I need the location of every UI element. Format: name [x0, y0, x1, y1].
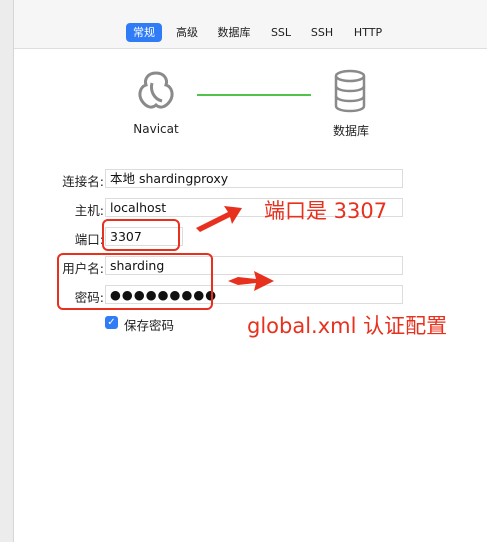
- port-highlight-box: [102, 219, 180, 251]
- port-arrow-icon: [196, 206, 242, 232]
- tab-general[interactable]: 常规: [126, 23, 162, 42]
- server-label: 数据库: [332, 124, 369, 138]
- tab-ssh[interactable]: SSH: [306, 23, 338, 42]
- tab-http[interactable]: HTTP: [346, 23, 390, 42]
- connection-name-label: 连接名:: [62, 174, 104, 189]
- host-label: 主机:: [74, 203, 104, 218]
- connection-name-field[interactable]: [105, 169, 403, 188]
- tab-bar: 常规 高级 数据库 SSL SSH HTTP: [14, 0, 487, 49]
- save-password-label: 保存密码: [124, 318, 175, 333]
- port-annotation: 端口是 3307: [264, 199, 388, 223]
- connection-dialog: 常规 高级 数据库 SSL SSH HTTP Navicat 数据库 连接名: …: [13, 0, 487, 542]
- tab-advanced[interactable]: 高级: [169, 23, 205, 42]
- save-password-checkbox[interactable]: ✓: [105, 316, 118, 329]
- auth-annotation: global.xml 认证配置: [247, 314, 448, 338]
- navicat-logo-icon: [138, 71, 174, 109]
- connection-diagram: Navicat 数据库: [14, 60, 487, 150]
- client-label: Navicat: [133, 122, 179, 136]
- auth-arrow-icon: [228, 271, 274, 291]
- credentials-highlight-box: [57, 253, 213, 310]
- tab-databases[interactable]: 数据库: [213, 23, 255, 42]
- port-label: 端口:: [74, 232, 104, 247]
- database-icon: [334, 69, 366, 113]
- tab-ssl[interactable]: SSL: [263, 23, 299, 42]
- connection-line: [197, 94, 311, 96]
